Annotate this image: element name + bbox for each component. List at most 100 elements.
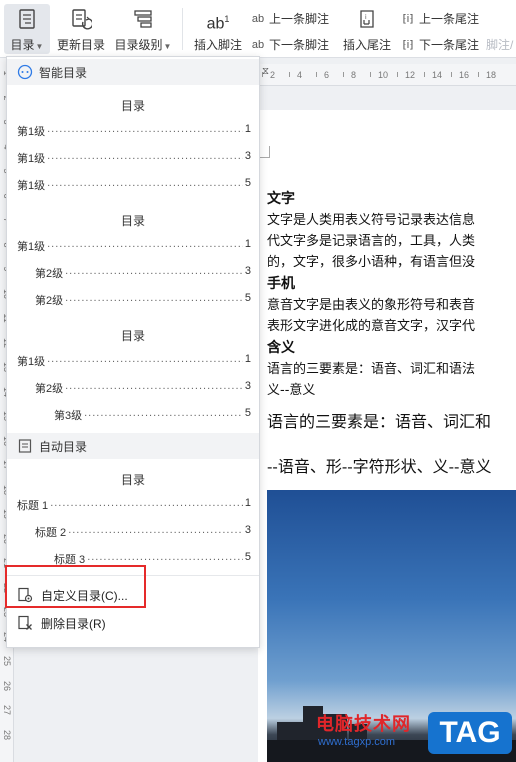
toc-preview-title: 目录 [120, 329, 145, 343]
toc-entry-page: 1 [244, 497, 251, 509]
toc-entry-page: 5 [244, 177, 251, 189]
horizontal-ruler: 2 4 6 8 10 12 14 16 18 [258, 64, 516, 86]
watermark-site-name: 电脑技术网 [316, 714, 411, 734]
toc-preview-title: 目录 [120, 99, 145, 113]
toc-entry-leader [47, 238, 243, 254]
toc-button[interactable]: 目录▼ [4, 4, 50, 54]
toc-preview-entry: 第2级 3 [35, 265, 251, 281]
toc-entry-leader [84, 407, 243, 423]
toc-preview-entry: 第1级 1 [17, 123, 251, 139]
doc-paragraph-line[interactable]: 义--意义 [267, 379, 315, 398]
doc-paragraph-line[interactable]: 语言的三要素是：语音、词汇和语法 [267, 358, 475, 377]
prev-footnote-label: 上一条脚注 [269, 12, 330, 26]
insert-footnote-button[interactable]: ab1 插入脚注 [190, 4, 246, 54]
menu-scrollbar[interactable] [252, 91, 256, 611]
menu-divider [7, 575, 259, 576]
smart-toc-icon [17, 64, 33, 80]
toc-entry-leader [47, 150, 243, 166]
doc-paragraph-line[interactable]: 代文字多是记录语言的，工具，人类 [267, 230, 475, 249]
auto-toc-section-header: 自动目录 [7, 433, 259, 459]
prev-footnote-button[interactable]: ab 上一条脚注 [250, 10, 329, 27]
toc-entry-label: 第2级 [35, 295, 64, 307]
toc-entry-page: 3 [244, 265, 251, 277]
doc-paragraph-line[interactable]: 的，文字，很多小语种，有语言但没 [267, 251, 475, 270]
toc-entry-label: 第2级 [35, 268, 64, 280]
toc-entry-leader [65, 292, 243, 308]
toc-entry-leader [50, 497, 243, 513]
custom-toc-label: 自定义目录(C)... [41, 588, 128, 603]
toc-entry-page: 1 [244, 238, 251, 250]
prev-endnote-button[interactable]: ⁅i⁆ 上一条尾注 [400, 10, 479, 27]
toc-style-option[interactable]: 目录标题 1 1 标题 2 3 标题 3 5 [7, 461, 259, 566]
doc-heading[interactable]: 手机 [267, 273, 295, 293]
update-toc-button[interactable]: 更新目录 [54, 4, 108, 54]
doc-paragraph-line[interactable]: 意音文字是由表义的象形符号和表音 [267, 294, 475, 313]
doc-paragraph-line[interactable]: 表形文字进化成的意音文字，汉字代 [267, 315, 475, 334]
ruler-number: 25 [2, 655, 12, 666]
toc-entry-label: 第1级 [17, 153, 46, 165]
ruler-number: 14 [432, 70, 443, 80]
doc-paragraph-line[interactable]: 语言的三要素是：语音、词汇和 [267, 408, 491, 432]
ruler-tick [397, 72, 398, 77]
toc-preview-title: 目录 [120, 473, 145, 487]
document-photo[interactable]: 电脑技术网 www.tagxp.com TAG [267, 490, 516, 762]
toc-entry-label: 第3级 [54, 410, 83, 422]
ruler-tick [316, 72, 317, 77]
toc-entry-page: 3 [244, 150, 251, 162]
doc-heading[interactable]: 含义 [267, 337, 295, 357]
ruler-tick [289, 72, 290, 77]
toc-entry-label: 标题 3 [54, 554, 86, 566]
next-endnote-button[interactable]: ⁅i⁆ 下一条尾注 [400, 36, 479, 53]
doc-paragraph-line[interactable]: --语音、形--字符形状、义--意义 [267, 453, 491, 477]
ribbon-divider [182, 8, 183, 50]
prev-footnote-icon: ab [251, 12, 265, 25]
toc-style-option[interactable]: 目录第1级 1 第1级 3 第1级 5 [7, 87, 259, 192]
insert-endnote-label: 插入尾注 [342, 38, 391, 52]
endnote-icon: i [360, 10, 374, 28]
insert-endnote-button[interactable]: i 插入尾注 [342, 4, 392, 54]
indent-marker-icon[interactable]: ⧖ [262, 66, 269, 77]
ruler-tick [343, 72, 344, 77]
custom-toc-icon [18, 587, 33, 603]
toc-level-icon [134, 10, 152, 28]
doc-heading[interactable]: 文字 [267, 188, 295, 208]
toc-entry-page: 5 [244, 407, 251, 419]
next-footnote-icon: ab [251, 38, 265, 51]
toc-preview-entry: 第2级 3 [35, 380, 251, 396]
toc-preview-entry: 第2级 5 [35, 292, 251, 308]
chevron-down-icon: ▼ [35, 42, 44, 51]
toc-entry-page: 3 [244, 380, 251, 392]
footnote-icon: ab1 [206, 14, 230, 33]
next-endnote-icon: ⁅i⁆ [402, 38, 414, 51]
toc-level-button[interactable]: 目录级别▼ [112, 4, 174, 54]
toc-entry-leader [68, 524, 243, 540]
delete-toc-item[interactable]: 删除目录(R) [7, 610, 259, 636]
custom-toc-item[interactable]: 自定义目录(C)... [7, 582, 259, 608]
footnote-separator-button[interactable]: 脚注/ [486, 36, 513, 53]
document-page[interactable]: 文字 文字是人类用表义符号记录表达信息 代文字多是记录语言的，工具，人类 的，文字，很… [258, 110, 516, 762]
doc-paragraph-line[interactable]: 文字是人类用表义符号记录表达信息 [267, 209, 475, 228]
ruler-number: 16 [459, 70, 470, 80]
ruler-number: 10 [378, 70, 389, 80]
watermark-url: www.tagxp.com [318, 736, 396, 748]
chevron-down-icon: ▼ [163, 42, 172, 51]
delete-toc-label: 删除目录(R) [41, 616, 106, 631]
auto-toc-icon [18, 439, 32, 453]
next-footnote-button[interactable]: ab 下一条脚注 [250, 36, 329, 53]
toc-entry-leader [47, 123, 243, 139]
watermark-tag-logo: TAG [428, 712, 512, 754]
ruler-number: 28 [2, 729, 12, 740]
ruler-number: 26 [2, 680, 12, 691]
toc-style-option[interactable]: 目录第1级 1 第2级 3 第2级 5 [7, 202, 259, 307]
toc-entry-leader [65, 265, 243, 281]
toc-entry-leader [47, 177, 243, 193]
ruler-tick [451, 72, 452, 77]
toc-style-option[interactable]: 目录第1级 1 第2级 3 第3级 5 [7, 317, 259, 422]
toc-entry-label: 第2级 [35, 383, 64, 395]
toc-entry-label: 第1级 [17, 241, 46, 253]
update-toc-icon [72, 9, 92, 30]
prev-endnote-label: 上一条尾注 [419, 12, 480, 26]
toc-entry-page: 1 [244, 123, 251, 135]
delete-toc-icon [18, 615, 32, 630]
toc-entry-label: 标题 2 [35, 527, 67, 539]
